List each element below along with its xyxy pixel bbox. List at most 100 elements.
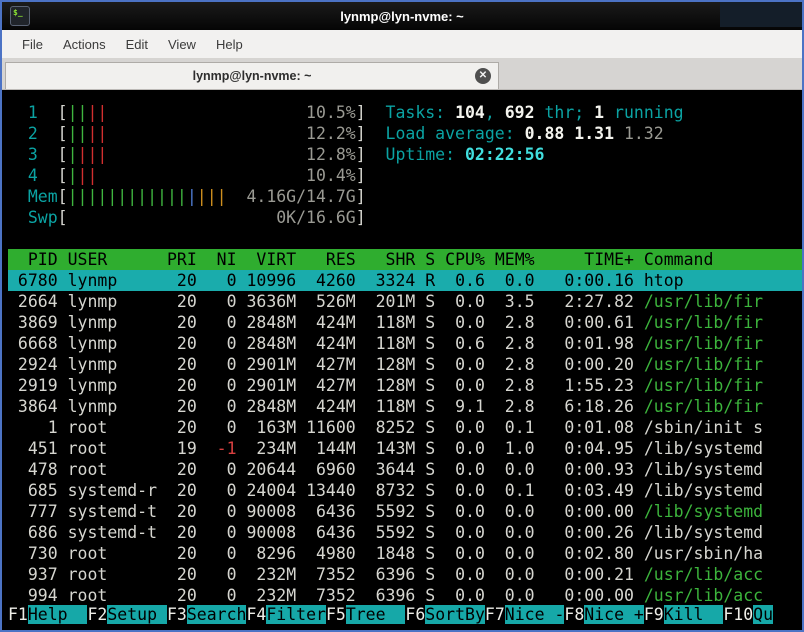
meter-label: 4 <box>8 166 58 185</box>
cell-mem: 2.8 <box>494 376 535 395</box>
cell-pid: 686 <box>8 523 58 542</box>
fkey-f10[interactable]: F10Qu <box>723 605 774 624</box>
window-controls-area[interactable] <box>720 2 802 27</box>
menu-item-actions[interactable]: Actions <box>53 33 116 56</box>
meter-label: 3 <box>8 145 58 164</box>
terminal-screen[interactable]: 1 [|||| 10.5%] Tasks: 104, 692 thr; 1 run… <box>2 90 802 630</box>
process-row[interactable]: 6668 lynmp 20 0 2848M 424M 118M S 0.6 2.… <box>8 333 802 354</box>
meter-value: 10.4% <box>97 166 356 185</box>
meter-bracket-open: [ <box>57 166 68 185</box>
process-row[interactable]: 3864 lynmp 20 0 2848M 424M 118M S 9.1 2.… <box>8 396 802 417</box>
fkey-f8[interactable]: F8Nice + <box>564 605 644 624</box>
cell-ni: 0 <box>206 460 237 479</box>
cell-user: lynmp <box>67 334 158 353</box>
cell-shr: 1848 <box>365 544 416 563</box>
menu-item-file[interactable]: File <box>12 33 53 56</box>
column-header-res[interactable]: RES <box>306 250 356 269</box>
cell-mem: 2.8 <box>494 313 535 332</box>
column-header-pid[interactable]: PID <box>8 250 58 269</box>
meter-bracket-close: ] <box>355 103 366 122</box>
process-row[interactable]: 686 systemd-t 20 0 90008 6436 5592 S 0.0… <box>8 522 802 543</box>
process-row[interactable]: 777 systemd-t 20 0 90008 6436 5592 S 0.0… <box>8 501 802 522</box>
cell-cpu: 0.0 <box>445 481 485 500</box>
cell-res: 424M <box>306 334 356 353</box>
cell-time: 0:02.80 <box>544 544 634 563</box>
column-header-pri[interactable]: PRI <box>167 250 197 269</box>
process-row[interactable]: 6780 lynmp 20 0 10996 4260 3324 R 0.6 0.… <box>8 270 802 291</box>
fkey-action-label: Nice - <box>504 605 565 624</box>
column-header-virt[interactable]: VIRT <box>246 250 296 269</box>
menu-item-view[interactable]: View <box>158 33 206 56</box>
fkey-action-label: Kill <box>663 605 724 624</box>
process-row[interactable]: 2664 lynmp 20 0 3636M 526M 201M S 0.0 3.… <box>8 291 802 312</box>
fkey-f7[interactable]: F7Nice - <box>485 605 565 624</box>
fkey-f5[interactable]: F5Tree <box>326 605 406 624</box>
cell-time: 0:01.08 <box>544 418 634 437</box>
meter-value: 12.2% <box>107 124 356 143</box>
column-header-user[interactable]: USER <box>68 250 157 269</box>
cell-pri: 20 <box>166 502 197 521</box>
cell-shr: 143M <box>365 439 416 458</box>
cell-cpu: 0.0 <box>445 376 485 395</box>
column-header-time[interactable]: TIME+ <box>545 250 634 269</box>
fkey-number: F9 <box>643 605 664 624</box>
column-header-ni[interactable]: NI <box>207 250 237 269</box>
cell-mem: 0.0 <box>494 523 535 542</box>
tab-close-icon[interactable]: ✕ <box>475 68 491 84</box>
meter-bracket-open: [ <box>57 145 68 164</box>
process-row[interactable]: 2919 lynmp 20 0 2901M 427M 128M S 0.0 2.… <box>8 375 802 396</box>
fkey-f1[interactable]: F1Help <box>8 605 88 624</box>
cell-pri: 20 <box>166 523 197 542</box>
titlebar[interactable]: $_ lynmp@lyn-nvme: ~ <box>2 2 802 30</box>
column-header-s[interactable]: S <box>425 250 435 269</box>
process-row[interactable]: 730 root 20 0 8296 4980 1848 S 0.0 0.0 0… <box>8 543 802 564</box>
column-header-shr[interactable]: SHR <box>366 250 416 269</box>
cell-shr: 128M <box>365 355 416 374</box>
fkey-f3[interactable]: F3Search <box>167 605 247 624</box>
cell-pri: 20 <box>166 418 197 437</box>
cell-user: root <box>67 439 158 458</box>
window-title: lynmp@lyn-nvme: ~ <box>340 8 464 24</box>
meter-bracket-open: [ <box>57 187 68 206</box>
fkey-f6[interactable]: F6SortBy <box>405 605 485 624</box>
column-header-mem[interactable]: MEM% <box>495 250 535 269</box>
process-row[interactable]: 937 root 20 0 232M 7352 6396 S 0.0 0.0 0… <box>8 564 802 585</box>
fkey-f4[interactable]: F4Filter <box>246 605 326 624</box>
fkey-action-label: Nice + <box>584 605 644 624</box>
fkey-f9[interactable]: F9Kill <box>643 605 724 624</box>
process-row[interactable]: 3869 lynmp 20 0 2848M 424M 118M S 0.0 2.… <box>8 312 802 333</box>
cell-virt: 2848M <box>246 313 297 332</box>
fkey-number: F6 <box>405 605 426 624</box>
meter-line: Mem[|||||||||||||||| 4.16G/14.7G] <box>8 186 802 207</box>
cell-time: 0:00.16 <box>544 271 634 290</box>
process-row[interactable]: 478 root 20 0 20644 6960 3644 S 0.0 0.0 … <box>8 459 802 480</box>
cell-mem: 0.0 <box>494 586 535 605</box>
process-row[interactable]: 685 systemd-r 20 0 24004 13440 8732 S 0.… <box>8 480 802 501</box>
cell-command: /usr/lib/acc <box>643 586 764 605</box>
cell-virt: 232M <box>246 565 297 584</box>
cell-virt: 2848M <box>246 397 297 416</box>
cell-mem: 2.8 <box>494 397 535 416</box>
process-row[interactable]: 2924 lynmp 20 0 2901M 427M 128M S 0.0 2.… <box>8 354 802 375</box>
cell-time: 0:03.49 <box>544 481 634 500</box>
process-row[interactable]: 1 root 20 0 163M 11600 8252 S 0.0 0.1 0:… <box>8 417 802 438</box>
cell-pri: 20 <box>166 292 197 311</box>
info-segment: running <box>604 103 684 122</box>
cell-ni: 0 <box>206 502 237 521</box>
cell-pri: 20 <box>166 544 197 563</box>
column-header-command[interactable]: Command <box>644 250 714 269</box>
menu-item-help[interactable]: Help <box>206 33 253 56</box>
menu-item-edit[interactable]: Edit <box>116 33 158 56</box>
cell-res: 424M <box>306 313 356 332</box>
fkey-f2[interactable]: F2Setup <box>87 605 167 624</box>
process-row[interactable]: 994 root 20 0 232M 7352 6396 S 0.0 0.0 0… <box>8 585 802 606</box>
process-row[interactable]: 451 root 19 -1 234M 144M 143M S 0.0 1.0 … <box>8 438 802 459</box>
meter-label: Swp <box>8 208 58 227</box>
cell-pid: 994 <box>8 586 58 605</box>
terminal-tab[interactable]: lynmp@lyn-nvme: ~ ✕ <box>5 62 499 89</box>
column-header-cpu[interactable]: CPU% <box>445 250 485 269</box>
cell-pri: 20 <box>166 460 197 479</box>
cell-s: S <box>425 565 436 584</box>
meter-bar-segment: || <box>67 103 88 122</box>
cell-mem: 2.8 <box>494 355 535 374</box>
